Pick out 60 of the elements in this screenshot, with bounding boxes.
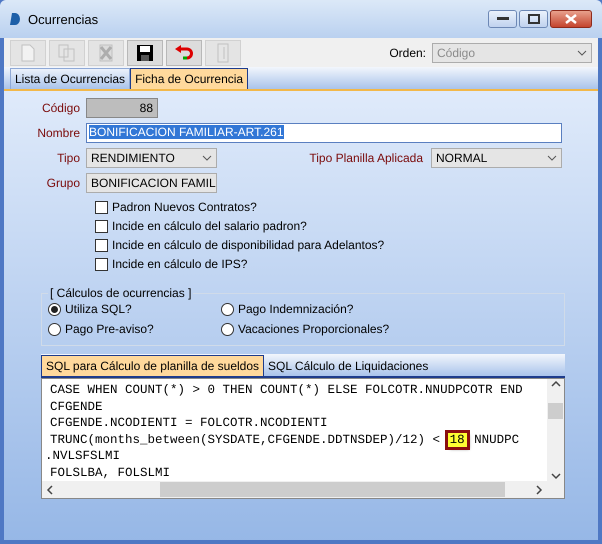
close-icon <box>565 14 577 24</box>
scroll-right-icon[interactable] <box>534 484 544 494</box>
scroll-left-icon[interactable] <box>45 484 55 494</box>
sql-editor[interactable]: CASE WHEN COUNT(*) > 0 THEN COUNT(*) ELSE FOLCOTR.NNUDPCOTR END CFGENDE CFGENDE.NCODIENTI = FOLCOTR.NCODIENTI TRUNC(months_between(SYSDATE,CFGENDE.DDTNSDEP)/12) < 18 NNUDPC .NVLSFSLMI FOLSLBA, FOLSLMI <box>41 378 565 499</box>
close-button[interactable] <box>550 10 592 28</box>
code-line: TRUNC(months_between(SYSDATE,CFGENDE.DDTNSDEP)/12) < 18 NNUDPC <box>50 432 520 448</box>
scrollbar-thumb[interactable] <box>548 403 563 419</box>
field-label: Nombre <box>36 126 81 140</box>
field-label: Tipo <box>56 150 81 164</box>
checkbox[interactable] <box>95 200 108 214</box>
checkbox[interactable] <box>95 258 108 270</box>
radio-label: Pago Pre-aviso? <box>65 322 154 336</box>
undo-arrow-icon <box>174 44 194 62</box>
order-label: Orden: <box>389 46 426 60</box>
save-icon <box>136 44 154 62</box>
payroll-type-dropdown[interactable]: NORMAL <box>431 148 562 168</box>
scroll-up-icon[interactable] <box>550 379 560 389</box>
code-line: CFGENDE.NCODIENTI = FOLCOTR.NCODIENTI <box>50 415 329 432</box>
highlighted-value: 18 <box>448 432 467 446</box>
checkbox-label: Incide en cálculo de disponibilidad para Adelantos? <box>112 238 384 252</box>
radio-button[interactable] <box>221 302 234 316</box>
tab[interactable]: Ficha de Ocurrencia <box>130 68 248 89</box>
radio-label: Pago Indemnización? <box>238 302 354 316</box>
checkbox[interactable] <box>95 238 108 252</box>
checkbox[interactable] <box>95 220 108 232</box>
app-logo-icon <box>10 13 20 25</box>
maximize-button[interactable] <box>519 10 548 28</box>
field-label: Código <box>40 100 81 114</box>
code-field[interactable]: 88 <box>86 98 158 118</box>
tab[interactable]: SQL para Cálculo de planilla de sueldos <box>41 355 264 376</box>
type-dropdown[interactable]: RENDIMIENTO <box>86 148 217 168</box>
minimize-button[interactable] <box>488 10 517 28</box>
delete-icon <box>99 44 113 62</box>
code-line: FOLSLBA, FOLSLMI <box>50 464 172 481</box>
radio-label: Vacaciones Proporcionales? <box>238 322 390 336</box>
scroll-down-icon[interactable] <box>550 471 560 481</box>
code-line: .NVLSFSLMI <box>45 448 122 464</box>
name-field[interactable]: BONIFICACION FAMILIAR-ART.261 <box>86 122 562 142</box>
code-line: CASE WHEN COUNT(*) > 0 THEN COUNT(*) ELSE FOLCOTR.NNUDPCOTR END <box>50 382 524 398</box>
radio-button[interactable] <box>221 322 234 336</box>
group-dropdown[interactable]: BONIFICACION FAMIL <box>86 172 217 192</box>
toolbar-button[interactable] <box>127 40 163 66</box>
checkbox-label: Incide en cálculo del salario padron? <box>112 219 307 233</box>
checkbox-label: Padron Nuevos Contratos? <box>112 200 257 214</box>
minimize-icon <box>496 17 508 21</box>
radio-button[interactable] <box>48 302 61 316</box>
field-label: Tipo Planilla Aplicada <box>308 150 424 164</box>
maximize-icon <box>528 14 540 24</box>
scrollbar-thumb[interactable] <box>160 482 505 497</box>
door-icon <box>217 42 229 62</box>
page-icon <box>21 44 35 62</box>
documents-icon <box>58 44 76 62</box>
field-label: Grupo <box>46 176 81 190</box>
window-title: Ocurrencias <box>28 12 100 26</box>
radio-button[interactable] <box>48 322 61 336</box>
tab[interactable]: SQL Cálculo de Liquidaciones <box>264 355 432 376</box>
radio-label: Utiliza SQL? <box>65 302 132 316</box>
checkbox-label: Incide en cálculo de IPS? <box>112 257 248 271</box>
code-line: CFGENDE <box>50 398 104 415</box>
group-title: [ Cálculos de ocurrencias ] <box>49 286 192 300</box>
